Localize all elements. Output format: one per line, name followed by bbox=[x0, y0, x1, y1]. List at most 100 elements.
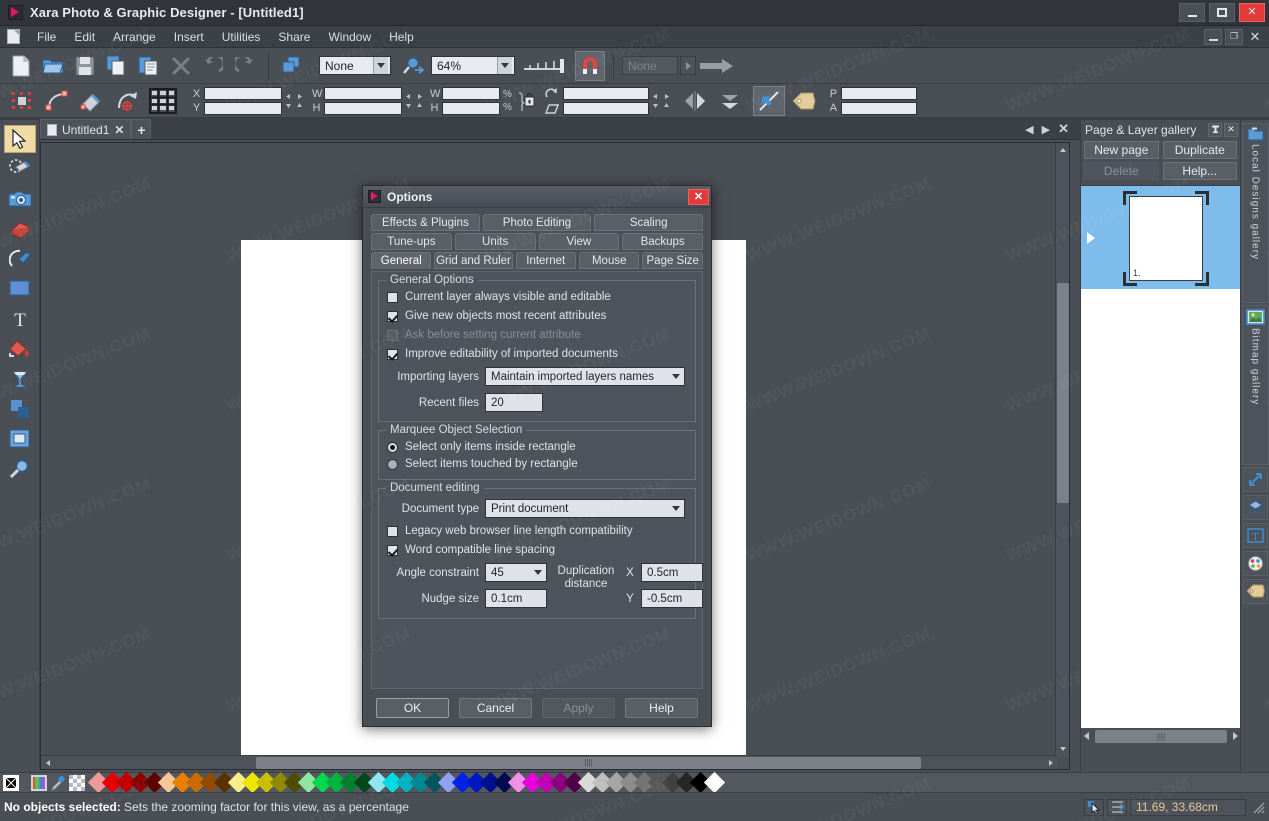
ok-button[interactable]: OK bbox=[376, 698, 449, 718]
expand-triangle-icon[interactable] bbox=[1087, 232, 1095, 244]
checkbox-row-recent-attributes[interactable]: Give new objects most recent attributes bbox=[387, 310, 687, 322]
mdi-restore-button[interactable]: ❐ bbox=[1225, 28, 1243, 45]
importing-layers-select[interactable]: Maintain imported layers names bbox=[485, 367, 685, 386]
paste-icon[interactable] bbox=[134, 51, 164, 81]
h-percent-input[interactable] bbox=[442, 101, 500, 115]
x-spin-icons[interactable] bbox=[285, 93, 303, 100]
checkbox-legacy-line-length[interactable] bbox=[387, 525, 398, 537]
copy-icon[interactable] bbox=[102, 51, 132, 81]
gallery-horizontal-scrollbar[interactable]: |||| bbox=[1081, 728, 1241, 745]
horizontal-scroll-thumb[interactable]: |||| bbox=[256, 756, 921, 769]
menu-utilities[interactable]: Utilities bbox=[213, 28, 270, 46]
tab-internet[interactable]: Internet bbox=[515, 252, 576, 269]
close-button[interactable]: ✕ bbox=[1239, 3, 1265, 22]
resize-grip-icon[interactable] bbox=[1251, 800, 1265, 814]
skew-input[interactable] bbox=[562, 101, 649, 115]
angle-constraint-select[interactable]: 45 bbox=[485, 563, 547, 582]
radio-inside-rectangle[interactable] bbox=[387, 441, 398, 453]
xy-spinners[interactable] bbox=[285, 93, 303, 109]
tab-view[interactable]: View bbox=[538, 233, 620, 250]
menu-arrange[interactable]: Arrange bbox=[104, 28, 165, 46]
rotate-center-icon[interactable] bbox=[111, 86, 143, 116]
rotation-input[interactable] bbox=[562, 86, 649, 100]
gallery-help-button[interactable]: Help... bbox=[1162, 162, 1237, 180]
document-type-select[interactable]: Print document bbox=[485, 499, 685, 518]
delete-page-button[interactable]: Delete bbox=[1084, 162, 1159, 180]
scroll-right-icon[interactable]: ▶ bbox=[1042, 123, 1050, 136]
dialog-close-button[interactable]: ✕ bbox=[688, 188, 709, 205]
gallery-page-list[interactable]: 1. |||| bbox=[1081, 185, 1241, 745]
save-icon[interactable] bbox=[70, 51, 100, 81]
transparent-checker-icon[interactable] bbox=[69, 774, 85, 791]
tab-page-size[interactable]: Page Size bbox=[642, 252, 703, 269]
y-spin-icons[interactable] bbox=[285, 102, 303, 109]
no-color-icon[interactable] bbox=[2, 774, 20, 791]
selection-arrow-icon[interactable] bbox=[752, 85, 785, 116]
name-gallery-button[interactable] bbox=[1242, 579, 1268, 604]
a-input[interactable] bbox=[840, 101, 917, 115]
layer-gallery-button[interactable] bbox=[1242, 495, 1268, 520]
canvas-vertical-scrollbar[interactable] bbox=[1055, 143, 1069, 757]
pin-icon[interactable] bbox=[1208, 122, 1222, 137]
checkbox-row-legacy-line-length[interactable]: Legacy web browser line length compatibi… bbox=[387, 525, 687, 537]
close-icon[interactable]: ✕ bbox=[114, 123, 124, 137]
eraser-tool[interactable] bbox=[4, 215, 36, 243]
fill-hand-icon[interactable] bbox=[76, 86, 108, 116]
close-panel-icon[interactable]: ✕ bbox=[1058, 121, 1069, 137]
recent-files-input[interactable]: 20 bbox=[485, 393, 543, 412]
quality-slider-icon[interactable] bbox=[517, 51, 573, 81]
curve-node-icon[interactable] bbox=[41, 86, 73, 116]
nudge-size-input[interactable]: 0.1cm bbox=[485, 589, 547, 608]
tab-general[interactable]: General bbox=[371, 252, 432, 269]
radio-touched-rectangle[interactable] bbox=[387, 458, 398, 470]
mdi-close-button[interactable]: ✕ bbox=[1246, 29, 1264, 45]
document-tab-untitled1[interactable]: Untitled1 ✕ bbox=[40, 119, 132, 139]
cancel-button[interactable]: Cancel bbox=[459, 698, 532, 718]
menu-help[interactable]: Help bbox=[380, 28, 423, 46]
options-dialog[interactable]: Options ✕ Effects & Plugins Photo Editin… bbox=[362, 185, 712, 727]
y-input[interactable] bbox=[204, 101, 282, 115]
snap-magnet-icon[interactable] bbox=[575, 50, 605, 81]
palette-swatch[interactable] bbox=[703, 771, 726, 794]
gallery-selected-row[interactable]: 1. bbox=[1081, 186, 1241, 289]
duplication-x-input[interactable]: 0.5cm bbox=[641, 563, 703, 582]
checkbox-word-line-spacing[interactable] bbox=[387, 544, 398, 556]
duplicate-page-button[interactable]: Duplicate bbox=[1162, 141, 1237, 159]
radio-row-inside-rectangle[interactable]: Select only items inside rectangle bbox=[387, 441, 687, 453]
gradient-arrow-icon[interactable] bbox=[698, 51, 736, 81]
mdi-minimize-button[interactable] bbox=[1204, 28, 1222, 45]
checkbox-current-layer[interactable] bbox=[387, 291, 398, 303]
local-designs-gallery-tab[interactable]: Local Designs gallery bbox=[1241, 123, 1269, 303]
transparency-tool[interactable] bbox=[4, 365, 36, 393]
menu-window[interactable]: Window bbox=[319, 28, 380, 46]
new-page-button[interactable]: New page bbox=[1084, 141, 1159, 159]
scroll-up-icon[interactable] bbox=[1056, 143, 1069, 157]
zoom-tool-icon[interactable] bbox=[399, 51, 429, 81]
menu-edit[interactable]: Edit bbox=[65, 28, 104, 46]
duplication-y-input[interactable]: -0.5cm bbox=[641, 589, 703, 608]
scroll-right-icon[interactable] bbox=[1043, 759, 1057, 767]
radio-row-touched-rectangle[interactable]: Select items touched by rectangle bbox=[387, 458, 687, 470]
chevron-right-icon[interactable] bbox=[680, 56, 696, 75]
close-icon[interactable]: ✕ bbox=[1224, 122, 1238, 137]
checkbox-recent-attributes[interactable] bbox=[387, 310, 398, 322]
rotate-spin-icons[interactable] bbox=[652, 93, 670, 100]
palette-color-swatches[interactable] bbox=[87, 771, 726, 794]
menu-share[interactable]: Share bbox=[269, 28, 319, 46]
vertical-scroll-thumb[interactable] bbox=[1057, 283, 1069, 503]
snap-indicator-icon[interactable] bbox=[1107, 798, 1127, 816]
tab-backups[interactable]: Backups bbox=[622, 233, 703, 250]
flip-vertical-icon[interactable] bbox=[714, 86, 746, 116]
w-percent-input[interactable] bbox=[442, 86, 500, 100]
checkbox-row-word-line-spacing[interactable]: Word compatible line spacing bbox=[387, 544, 687, 556]
scroll-down-icon[interactable] bbox=[1056, 741, 1069, 755]
selector-handles-icon[interactable] bbox=[6, 86, 38, 116]
w-spin-icons[interactable] bbox=[405, 93, 423, 100]
tab-units[interactable]: Units bbox=[454, 233, 536, 250]
lock-aspect-icon[interactable] bbox=[515, 86, 537, 116]
scroll-right-icon[interactable] bbox=[1231, 730, 1239, 744]
menu-insert[interactable]: Insert bbox=[165, 28, 213, 46]
freehand-tool[interactable] bbox=[4, 245, 36, 273]
skew-spin-icons[interactable] bbox=[652, 102, 670, 109]
quality-select[interactable]: None bbox=[319, 56, 391, 75]
